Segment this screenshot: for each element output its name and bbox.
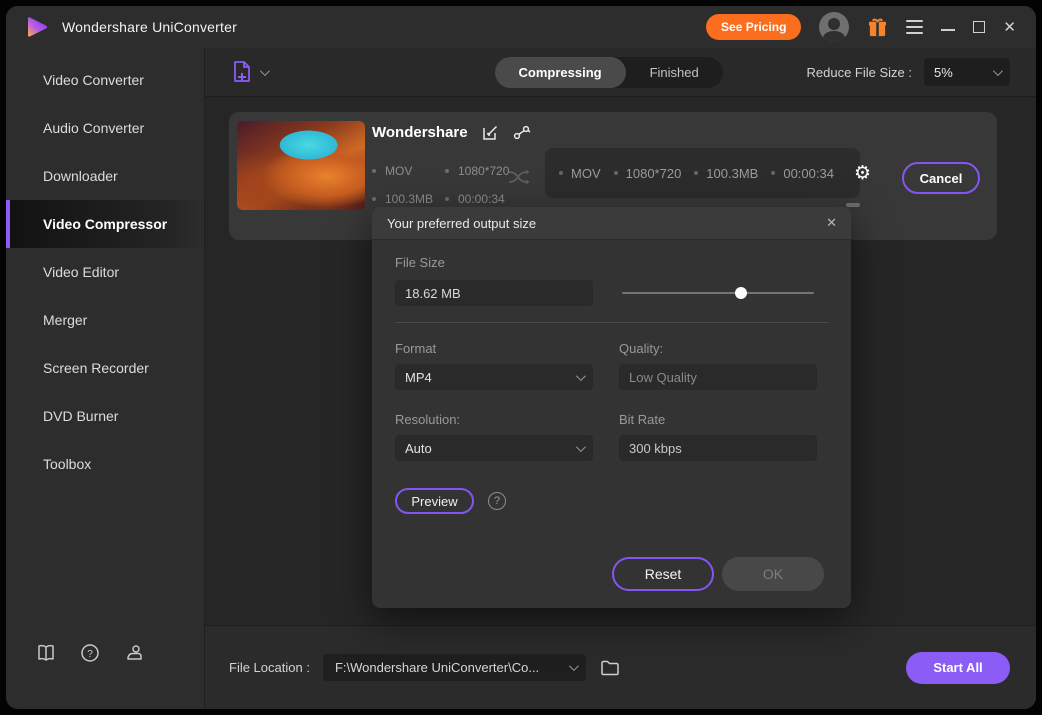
output-resolution: 1080*720: [614, 166, 682, 181]
view-tabs: Compressing Finished: [495, 57, 723, 88]
add-file-icon: [231, 60, 253, 84]
add-files-chevron-icon: [260, 66, 270, 76]
app-window: Wondershare UniConverter See Pricing ✕ V…: [6, 6, 1036, 709]
reduce-file-size-value: 5%: [934, 65, 993, 80]
file-size-label: File Size: [395, 255, 829, 270]
avatar-bust: [823, 31, 845, 42]
add-files-button[interactable]: [231, 60, 267, 84]
file-location-value: F:\Wondershare UniConverter\Co...: [335, 660, 569, 675]
titlebar: Wondershare UniConverter See Pricing ✕: [6, 6, 1036, 48]
bit-rate-value: 300 kbps: [629, 441, 807, 456]
reduce-file-size-select[interactable]: 5%: [924, 58, 1010, 86]
output-settings-panel: MOV 1080*720 100.3MB 00:00:34 ⚙: [545, 148, 860, 198]
quality-value: Low Quality: [629, 370, 807, 385]
format-chevron-icon: [576, 371, 586, 381]
output-size-dialog: Your preferred output size ✕ File Size 1…: [372, 207, 851, 608]
cancel-button[interactable]: Cancel: [902, 162, 980, 194]
account-avatar[interactable]: [819, 12, 849, 42]
file-location-label: File Location :: [229, 660, 310, 675]
share-link-icon[interactable]: [513, 124, 531, 141]
quality-label: Quality:: [619, 341, 817, 356]
maximize-button[interactable]: [973, 21, 985, 33]
menu-icon[interactable]: [906, 20, 923, 34]
source-size: 100.3MB: [372, 192, 445, 206]
resolution-label: Resolution:: [395, 412, 593, 427]
content-area: Compressing Finished Reduce File Size : …: [205, 48, 1036, 709]
resolution-chevron-icon: [576, 442, 586, 452]
bottom-bar: File Location : F:\Wondershare UniConver…: [205, 625, 1036, 709]
slider-track: [622, 292, 814, 294]
resolution-value: Auto: [405, 441, 576, 456]
tab-finished[interactable]: Finished: [626, 57, 723, 88]
file-size-slider-thumb[interactable]: [735, 287, 747, 299]
reduce-chevron-icon: [993, 66, 1003, 76]
help-icon[interactable]: ?: [80, 643, 100, 663]
app-title: Wondershare UniConverter: [62, 19, 237, 35]
sidebar-item-video-editor[interactable]: Video Editor: [6, 248, 204, 296]
format-select[interactable]: MP4: [395, 364, 593, 390]
sidebar-item-video-compressor[interactable]: Video Compressor: [6, 200, 204, 248]
open-folder-icon[interactable]: [600, 659, 620, 677]
close-button[interactable]: ✕: [1003, 18, 1016, 36]
bit-rate-field[interactable]: 300 kbps: [619, 435, 817, 461]
file-location-chevron-icon: [569, 661, 579, 671]
sidebar-item-dvd-burner[interactable]: DVD Burner: [6, 392, 204, 440]
rename-edit-icon[interactable]: [482, 124, 499, 141]
convert-shuffle-icon: [507, 168, 531, 188]
gift-icon[interactable]: [867, 17, 888, 38]
file-size-slider[interactable]: [622, 287, 814, 299]
sidebar-item-toolbox[interactable]: Toolbox: [6, 440, 204, 488]
preview-button[interactable]: Preview: [395, 488, 474, 514]
avatar-head: [828, 18, 840, 30]
reduce-file-size-label: Reduce File Size :: [807, 65, 913, 80]
bit-rate-label: Bit Rate: [619, 412, 817, 427]
user-guide-book-icon[interactable]: [36, 643, 56, 663]
output-format: MOV: [559, 166, 601, 181]
resolution-select[interactable]: Auto: [395, 435, 593, 461]
preview-help-icon[interactable]: ?: [488, 492, 506, 510]
sidebar: Video Converter Audio Converter Download…: [6, 48, 205, 709]
settings-gear-icon[interactable]: ⚙: [854, 164, 871, 183]
file-location-select[interactable]: F:\Wondershare UniConverter\Co...: [323, 654, 586, 681]
community-icon[interactable]: [124, 643, 144, 663]
sidebar-item-video-converter[interactable]: Video Converter: [6, 56, 204, 104]
dialog-header: Your preferred output size ✕: [372, 207, 851, 240]
reset-button[interactable]: Reset: [612, 557, 714, 591]
sidebar-item-merger[interactable]: Merger: [6, 296, 204, 344]
minimize-button[interactable]: [941, 29, 955, 31]
output-size: 100.3MB: [694, 166, 758, 181]
output-duration: 00:00:34: [771, 166, 834, 181]
svg-text:?: ?: [87, 649, 93, 660]
dialog-divider: [395, 322, 829, 323]
start-all-button[interactable]: Start All: [906, 652, 1010, 684]
quality-field: Low Quality: [619, 364, 817, 390]
toolbar: Compressing Finished Reduce File Size : …: [205, 48, 1036, 97]
sidebar-item-audio-converter[interactable]: Audio Converter: [6, 104, 204, 152]
app-logo-icon: [24, 14, 50, 40]
sidebar-item-screen-recorder[interactable]: Screen Recorder: [6, 344, 204, 392]
format-value: MP4: [405, 370, 576, 385]
dialog-title: Your preferred output size: [387, 216, 826, 231]
file-title: Wondershare: [372, 124, 468, 141]
source-format: MOV: [372, 164, 445, 178]
format-label: Format: [395, 341, 593, 356]
video-thumbnail: [237, 121, 365, 210]
see-pricing-button[interactable]: See Pricing: [706, 14, 801, 40]
ok-button[interactable]: OK: [722, 557, 824, 591]
sidebar-item-downloader[interactable]: Downloader: [6, 152, 204, 200]
scroll-indicator: [846, 203, 860, 207]
dialog-close-icon[interactable]: ✕: [826, 216, 837, 231]
file-size-input[interactable]: 18.62 MB: [395, 280, 593, 306]
tab-compressing[interactable]: Compressing: [495, 57, 626, 88]
source-duration: 00:00:34: [445, 192, 505, 206]
source-resolution: 1080*720: [445, 164, 509, 178]
